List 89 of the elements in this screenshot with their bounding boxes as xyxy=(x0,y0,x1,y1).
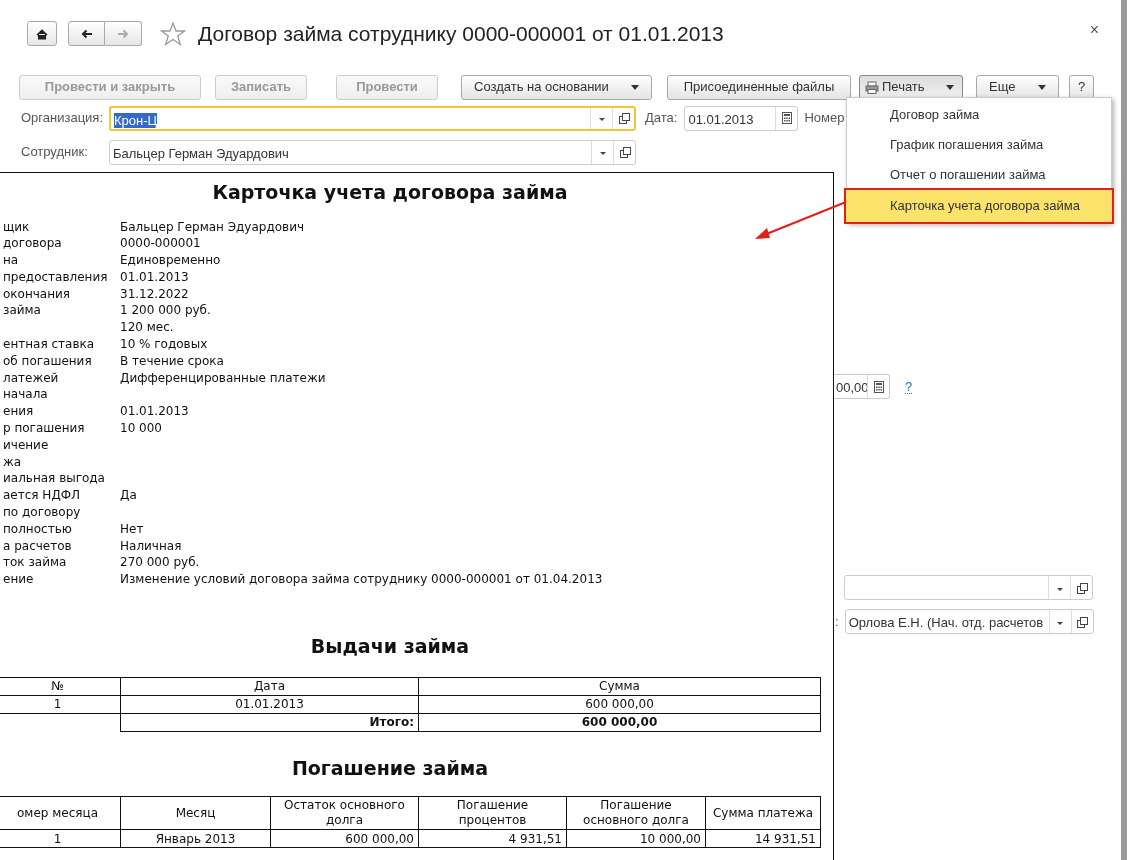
table-cell: 600 000,00 xyxy=(418,695,821,714)
column-header: № xyxy=(0,677,121,696)
detail-label: жа xyxy=(2,453,23,471)
table-cell: 4 931,51 xyxy=(418,829,567,848)
window-title: Договор займа сотруднику 0000-000001 от 01.01.2013 xyxy=(198,20,724,47)
date-field[interactable]: 01.01.2013 xyxy=(684,105,799,131)
detail-value: 31.12.2022 xyxy=(120,285,189,303)
detail-value: Нет xyxy=(120,520,144,538)
detail-label: ентная ставка xyxy=(2,336,96,353)
detail-label: ение xyxy=(2,571,35,589)
employee-field[interactable]: Бальцер Герман Эдуардович xyxy=(109,139,636,165)
detail-label: начала xyxy=(2,386,49,404)
calculator-icon[interactable] xyxy=(779,111,794,125)
detail-value: 1 200 000 руб. xyxy=(120,302,211,320)
detail-value: 10 % годовых xyxy=(120,336,208,353)
column-header: Остаток основного долга xyxy=(270,796,419,830)
detail-value: Изменение условий договора займа сотруднику 0000-000001 от 01.04.2013 xyxy=(120,571,603,589)
field-label: Дата: xyxy=(645,109,678,128)
toolbar-button[interactable]: Создать на основании xyxy=(461,74,652,100)
star-icon[interactable] xyxy=(160,20,186,47)
menu-item[interactable]: График погашения займа xyxy=(847,130,1111,160)
detail-label: предоставления xyxy=(2,268,109,286)
detail-label: договора xyxy=(2,235,63,253)
detail-label: а расчетов xyxy=(2,537,73,555)
help-link[interactable]: ? xyxy=(905,379,913,394)
detail-value: 10 000 xyxy=(120,420,162,437)
table-cell: 01.01.2013 xyxy=(120,695,419,714)
close-button[interactable]: × xyxy=(1089,22,1099,38)
total-value: 600 000,00 xyxy=(418,713,821,732)
detail-value: 120 мес. xyxy=(120,319,174,337)
toolbar-button[interactable]: Присоединенные файлы xyxy=(667,74,851,100)
detail-label: на xyxy=(2,252,20,269)
column-header: Погашение процентов xyxy=(418,796,567,830)
column-header: Дата xyxy=(120,677,419,696)
detail-label: латежей xyxy=(2,369,60,387)
back-button[interactable] xyxy=(68,21,105,46)
printer-icon xyxy=(865,80,879,94)
detail-value: 270 000 руб. xyxy=(120,554,200,572)
table-cell: 600 000,00 xyxy=(270,829,419,848)
toolbar-button[interactable]: Еще xyxy=(976,74,1059,100)
detail-value: 01.01.2013 xyxy=(120,268,189,286)
responsible-field[interactable]: Орлова Е.Н. (Нач. отд. расчетов xyxy=(844,609,1094,634)
total-label: Итого: xyxy=(120,713,419,732)
detail-value: 0000-000001 xyxy=(120,235,201,253)
detail-value: Наличная xyxy=(120,537,182,555)
detail-label: иальная выгода xyxy=(2,470,106,488)
detail-label: ения xyxy=(2,403,35,421)
detail-label: ается НДФЛ xyxy=(2,487,82,505)
detail-value: Бальцер Герман Эдуардович xyxy=(120,218,305,236)
calculator-icon[interactable] xyxy=(871,379,886,394)
table-cell: 1 xyxy=(0,695,121,714)
detail-value: Да xyxy=(120,487,137,505)
menu-item[interactable]: Отчет о погашении займа xyxy=(847,160,1111,190)
table-cell: 1 xyxy=(0,829,121,848)
detail-label: ичение xyxy=(2,436,50,454)
detail-label: р погашения xyxy=(2,420,86,437)
field-label: Номер xyxy=(804,109,845,128)
menu-item[interactable]: Договор займа xyxy=(847,100,1111,130)
table-cell: 14 931,51 xyxy=(705,829,821,848)
menu-item[interactable]: Карточка учета договора займа xyxy=(846,190,1112,222)
column-header: Сумма платежа xyxy=(705,796,821,830)
field-label: : xyxy=(835,612,839,631)
organization-field[interactable]: Крон-Ц xyxy=(109,105,636,131)
detail-label: ток займа xyxy=(2,554,68,572)
column-header: омер месяца xyxy=(0,796,121,830)
column-header: Погашение основного долга xyxy=(566,796,706,830)
detail-value: В течение срока xyxy=(120,352,224,370)
detail-label: щик xyxy=(2,218,31,236)
detail-label: по договору xyxy=(2,504,82,521)
section-title: Выдачи займа xyxy=(309,634,471,660)
section-title: Погашение займа xyxy=(290,755,490,781)
column-header: Месяц xyxy=(120,796,271,830)
column-header: Сумма xyxy=(418,677,821,696)
input-field[interactable] xyxy=(844,575,1093,600)
home-button[interactable] xyxy=(27,21,57,46)
field-label: Сотрудник: xyxy=(21,143,89,162)
help-button[interactable]: ? xyxy=(1069,74,1094,100)
detail-value: 01.01.2013 xyxy=(120,403,189,421)
table-cell: 10 000,00 xyxy=(566,829,706,848)
print-button[interactable]: Печать xyxy=(859,74,963,100)
detail-label: полностью xyxy=(2,520,73,538)
detail-label: окончания xyxy=(2,285,72,303)
detail-label: займа xyxy=(2,302,42,320)
table-cell: Январь 2013 xyxy=(120,829,271,848)
detail-label: об погашения xyxy=(2,352,93,370)
report-title: Карточка учета договора займа xyxy=(211,180,569,205)
detail-value: Единовременно xyxy=(120,252,221,269)
field-label: Организация: xyxy=(21,109,105,128)
detail-value: Дифференцированные платежи xyxy=(120,369,326,387)
